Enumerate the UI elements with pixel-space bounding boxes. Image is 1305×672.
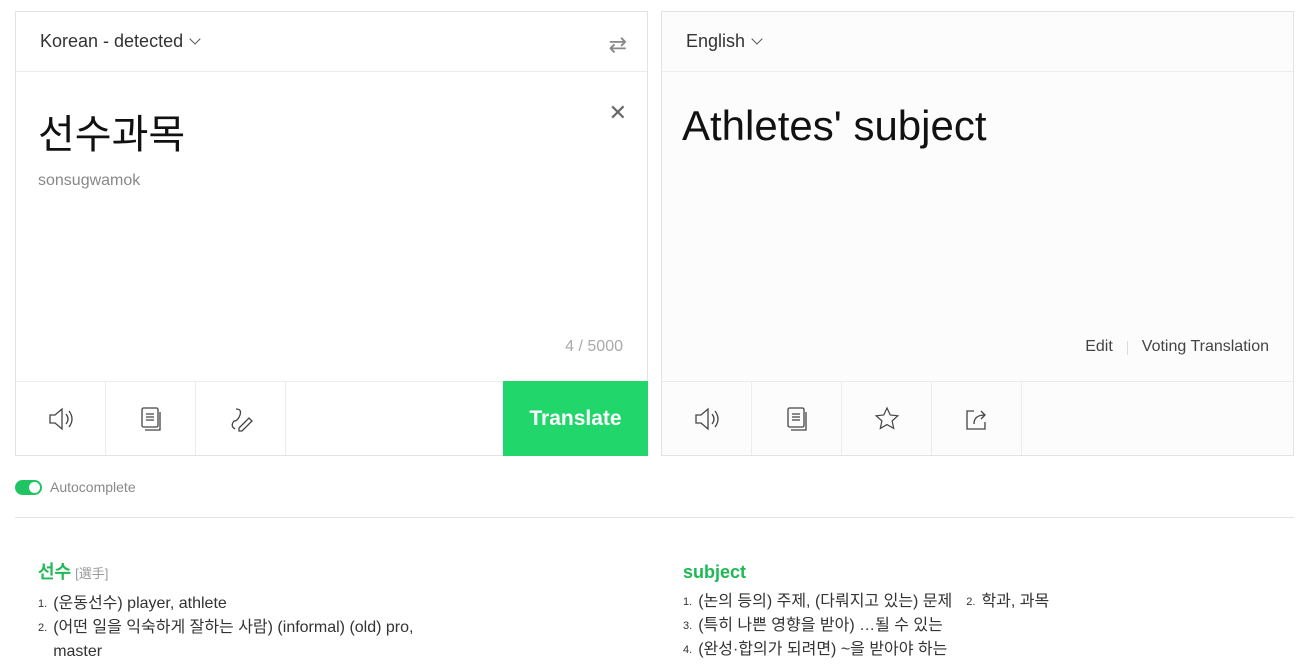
- listen-button[interactable]: [16, 382, 106, 455]
- sense-text: (어떤 일을 익숙하게 잘하는 사람) (informal) (old) pro…: [53, 619, 414, 660]
- star-icon: [874, 406, 899, 430]
- toggle-switch[interactable]: [15, 479, 42, 495]
- target-language-label: English: [686, 31, 746, 51]
- romanization: sonsugwamok: [38, 172, 141, 189]
- copy-button[interactable]: [752, 382, 842, 455]
- listen-button[interactable]: [662, 382, 752, 455]
- separator: [1126, 341, 1128, 355]
- sense-text: (운동선수) player, athlete: [53, 595, 227, 612]
- sense-text: (완성·합의가 되려면) ~을 받아야 하는: [698, 641, 948, 658]
- autocomplete-toggle[interactable]: Autocomplete: [15, 479, 136, 495]
- dict-word[interactable]: 선수: [38, 562, 71, 582]
- dict-hanja: [選手]: [75, 566, 109, 581]
- dictionary-left: 선수 [選手] 1. (운동선수) player, athlete 2. (어떤 일을…: [38, 560, 438, 664]
- sense-number: 1.: [38, 598, 48, 610]
- share-icon: [965, 409, 986, 430]
- dict-word[interactable]: subject: [683, 562, 746, 582]
- target-language-select[interactable]: English: [662, 12, 1293, 72]
- chevron-down-icon: [189, 33, 201, 45]
- divider: [15, 517, 1294, 518]
- swap-languages-icon[interactable]: ⇄: [609, 32, 627, 58]
- list-item: 4. (완성·합의가 되려면) ~을 받아야 하는: [683, 638, 1283, 662]
- speaker-icon: [692, 404, 722, 434]
- source-language-select[interactable]: Korean - detected: [16, 12, 647, 72]
- target-toolbar: [662, 381, 1293, 455]
- voting-translation-link[interactable]: Voting Translation: [1142, 338, 1269, 356]
- list-item: 1. (운동선수) player, athlete: [38, 592, 438, 616]
- chevron-down-icon: [751, 33, 763, 45]
- share-button[interactable]: [932, 382, 1022, 455]
- source-language-label: Korean - detected: [40, 31, 184, 51]
- list-item: 2. (어떤 일을 익숙하게 잘하는 사람) (informal) (old) p…: [38, 616, 438, 664]
- handwriting-button[interactable]: [196, 382, 286, 455]
- sense-number: 4.: [683, 644, 693, 656]
- clear-icon[interactable]: ✕: [609, 100, 627, 126]
- dictionary-right: subject 1. (논의 등의) 주제, (다뤄지고 있는) 문제 2. 학과, …: [683, 560, 1283, 662]
- sense-text: (특히 나쁜 영향을 받아) …될 수 있는: [698, 617, 943, 634]
- favorite-button[interactable]: [842, 382, 932, 455]
- copy-icon: [782, 404, 812, 434]
- sense-number: 2.: [966, 596, 976, 608]
- sense-text: (논의 등의) 주제, (다뤄지고 있는) 문제: [698, 593, 953, 610]
- list-item: 3. (특히 나쁜 영향을 받아) …될 수 있는: [683, 614, 1283, 638]
- translate-button[interactable]: Translate: [503, 381, 648, 456]
- sense-number: 3.: [683, 620, 693, 632]
- source-toolbar: Translate: [16, 381, 648, 456]
- handwriting-icon: [231, 407, 253, 432]
- sense-number: 1.: [683, 596, 693, 608]
- copy-icon: [136, 404, 166, 434]
- edit-link[interactable]: Edit: [1085, 338, 1113, 356]
- source-panel: Korean - detected ⇄ 선수과목 sonsugwamok ✕ 4…: [15, 11, 648, 456]
- sense-text: 학과, 과목: [981, 593, 1050, 610]
- list-item: 1. (논의 등의) 주제, (다뤄지고 있는) 문제 2. 학과, 과목: [683, 590, 1283, 614]
- sense-number: 2.: [38, 622, 48, 634]
- source-text-input[interactable]: 선수과목: [38, 102, 185, 160]
- copy-button[interactable]: [106, 382, 196, 455]
- autocomplete-label: Autocomplete: [50, 479, 136, 495]
- target-panel: English Athletes' subject Edit Voting Tra…: [661, 11, 1294, 456]
- char-count: 4 / 5000: [565, 338, 623, 355]
- speaker-icon: [46, 404, 76, 434]
- translated-text: Athletes' subject: [682, 102, 987, 149]
